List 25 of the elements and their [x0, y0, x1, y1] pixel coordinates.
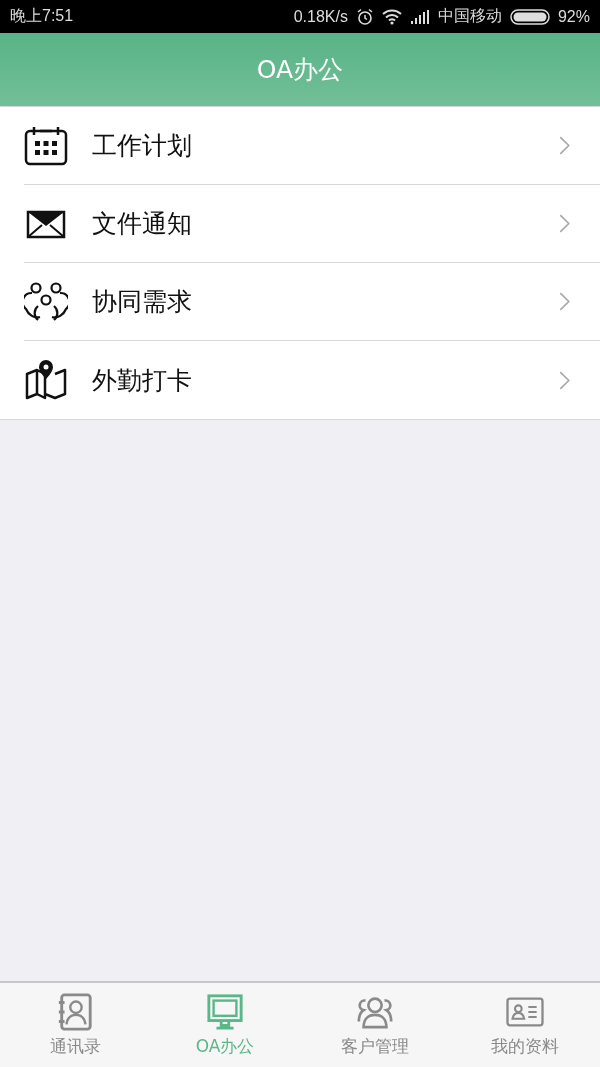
battery-icon [509, 8, 550, 25]
battery-level: 92% [557, 7, 590, 26]
chevron-right-icon [559, 136, 570, 155]
menu-label: 外勤打卡 [92, 364, 193, 397]
chevron-right-icon [559, 292, 570, 311]
people-icon [24, 281, 68, 322]
chevron-right-icon [559, 370, 570, 390]
map-pin-icon [24, 360, 68, 400]
menu-item[interactable]: 工作计划 [24, 107, 600, 185]
signal-icon [409, 9, 430, 24]
header-title: OA办公 [256, 54, 344, 86]
menu-item[interactable]: 协同需求 [24, 263, 600, 341]
clock-time: 晚上7:51 [10, 6, 74, 26]
network-speed: 0.18K/s [293, 7, 348, 26]
chevron-right-icon [559, 214, 570, 233]
menu-item[interactable]: 外勤打卡 [24, 341, 600, 419]
menu-label: 协同需求 [92, 286, 193, 318]
calendar-icon [24, 125, 68, 166]
menu-item[interactable]: 文件通知 [24, 185, 600, 263]
wifi-icon [381, 8, 402, 25]
alarm-icon [355, 7, 374, 26]
menu-label: 工作计划 [92, 130, 193, 162]
carrier-name: 中国移动 [437, 6, 502, 26]
monitor-icon [205, 992, 245, 1031]
menu-label: 文件通知 [92, 208, 193, 240]
